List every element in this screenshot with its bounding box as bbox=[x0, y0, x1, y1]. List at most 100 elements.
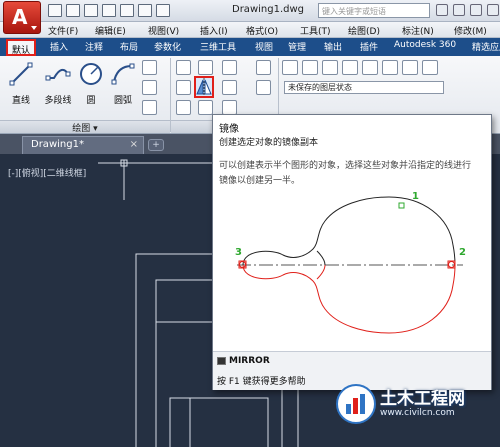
menu-edit[interactable]: 编辑(E) bbox=[95, 24, 126, 37]
stretch-icon[interactable] bbox=[176, 100, 191, 115]
tab-featured-apps[interactable]: 精选应用 bbox=[472, 40, 500, 53]
menu-dimension[interactable]: 标注(N) bbox=[402, 24, 434, 37]
print-icon[interactable] bbox=[120, 4, 134, 17]
menu-draw[interactable]: 绘图(D) bbox=[348, 24, 380, 37]
line-tool-label: 直线 bbox=[11, 96, 30, 106]
layer-icon[interactable] bbox=[322, 60, 338, 75]
help-icon[interactable] bbox=[487, 4, 499, 16]
binoculars-icon[interactable] bbox=[436, 4, 448, 16]
rotate-icon[interactable] bbox=[198, 60, 213, 75]
menu-tools[interactable]: 工具(T) bbox=[300, 24, 331, 37]
menu-format[interactable]: 格式(O) bbox=[246, 24, 278, 37]
rectangle-icon[interactable] bbox=[142, 60, 157, 75]
tab-layout[interactable]: 布局 bbox=[120, 40, 138, 53]
layer-icon[interactable] bbox=[362, 60, 378, 75]
circle-tool-button[interactable]: 圆 bbox=[74, 60, 108, 106]
erase-icon[interactable] bbox=[256, 80, 271, 95]
tab-home[interactable]: 默认 bbox=[6, 39, 37, 56]
save-icon[interactable] bbox=[84, 4, 98, 17]
menu-modify[interactable]: 修改(M) bbox=[454, 24, 487, 37]
tooltip-description: 创建选定对象的镜像副本 bbox=[219, 138, 319, 148]
tab-annotate[interactable]: 注释 bbox=[85, 40, 103, 53]
mirror-illustration bbox=[237, 196, 463, 334]
tab-parametric[interactable]: 参数化 bbox=[154, 40, 181, 53]
new-tab-button[interactable]: + bbox=[148, 139, 164, 151]
layer-icon[interactable] bbox=[342, 60, 358, 75]
document-tab[interactable]: Drawing1* × bbox=[22, 136, 144, 154]
tab-output[interactable]: 输出 bbox=[324, 40, 342, 53]
array-icon[interactable] bbox=[222, 100, 237, 115]
tab-manage[interactable]: 管理 bbox=[288, 40, 306, 53]
tab-view[interactable]: 视图 bbox=[255, 40, 273, 53]
layer-properties-icon[interactable] bbox=[282, 60, 298, 75]
draw-panel-label[interactable]: 绘图 ▾ bbox=[0, 120, 170, 134]
copy-icon[interactable] bbox=[176, 80, 191, 95]
infocenter-icons bbox=[436, 4, 499, 16]
circle-icon bbox=[80, 63, 102, 85]
chevron-down-icon bbox=[31, 26, 37, 30]
watermark-name: 土木工程网 bbox=[380, 389, 465, 409]
polyline-tool-button[interactable]: 多段线 bbox=[38, 60, 78, 106]
user-icon[interactable] bbox=[453, 4, 465, 16]
mirror-tooltip: 镜像 创建选定对象的镜像副本 可以创建表示半个图形的对象，选择这些对象并沿指定的… bbox=[212, 114, 492, 390]
document-tab-label: Drawing1* bbox=[31, 139, 84, 150]
close-icon[interactable]: × bbox=[130, 139, 138, 150]
tab-insert[interactable]: 插入 bbox=[50, 40, 68, 53]
document-title: Drawing1.dwg bbox=[232, 4, 304, 15]
ribbon-tab-bar: 默认 插入 注释 布局 参数化 三维工具 视图 管理 输出 插件 Autodes… bbox=[0, 38, 500, 56]
scale-icon[interactable] bbox=[198, 100, 213, 115]
hatch-icon[interactable] bbox=[142, 80, 157, 95]
layer-state-dropdown[interactable]: 未保存的图层状态 bbox=[284, 81, 444, 94]
mirror-button[interactable] bbox=[194, 76, 214, 98]
fillet-icon[interactable] bbox=[222, 80, 237, 95]
menu-file[interactable]: 文件(F) bbox=[48, 24, 78, 37]
arc-icon bbox=[111, 63, 135, 85]
layer-icon[interactable] bbox=[382, 60, 398, 75]
bar-chart-icon bbox=[346, 394, 365, 414]
tooltip-title: 镜像 bbox=[219, 124, 239, 135]
move-icon[interactable] bbox=[176, 60, 191, 75]
watermark-url: www.civilcn.com bbox=[380, 408, 455, 418]
ellipse-icon[interactable] bbox=[142, 100, 157, 115]
tab-autodesk-360[interactable]: Autodesk 360 bbox=[394, 40, 456, 50]
menu-bar: 文件(F) 编辑(E) 视图(V) 插入(I) 格式(O) 工具(T) 绘图(D… bbox=[0, 22, 500, 38]
new-file-icon[interactable] bbox=[48, 4, 62, 17]
tooltip-help-hint: 按 F1 键获得更多帮助 bbox=[217, 377, 306, 387]
tab-3d-tools[interactable]: 三维工具 bbox=[200, 40, 236, 53]
arc-tool-button[interactable]: 圆弧 bbox=[106, 60, 140, 106]
tooltip-command: MIRROR bbox=[229, 356, 270, 366]
search-input[interactable]: 键入关键字或短语 bbox=[318, 3, 430, 18]
mirror-icon bbox=[196, 78, 212, 96]
redo-icon[interactable] bbox=[156, 4, 170, 17]
callout-2: 2 bbox=[459, 247, 466, 258]
polyline-tool-label: 多段线 bbox=[44, 96, 72, 106]
line-icon bbox=[9, 62, 33, 86]
callout-1: 1 bbox=[412, 191, 419, 202]
quick-access-toolbar bbox=[48, 4, 170, 17]
title-bar: Drawing1.dwg 键入关键字或短语 bbox=[0, 0, 500, 22]
watermark-logo bbox=[336, 384, 376, 424]
layer-icon[interactable] bbox=[402, 60, 418, 75]
brush-icon[interactable] bbox=[256, 60, 271, 75]
autocad-logo-icon: A bbox=[12, 5, 28, 29]
layer-icon[interactable] bbox=[422, 60, 438, 75]
callout-3: 3 bbox=[235, 247, 242, 258]
tab-plugins[interactable]: 插件 bbox=[360, 40, 378, 53]
layer-icon[interactable] bbox=[302, 60, 318, 75]
undo-icon[interactable] bbox=[138, 4, 152, 17]
exchange-icon[interactable] bbox=[470, 4, 482, 16]
open-file-icon[interactable] bbox=[66, 4, 80, 17]
command-icon bbox=[217, 357, 226, 365]
tooltip-detail: 可以创建表示半个图形的对象，选择这些对象并沿指定的线进行 镜像以创建另一半。 bbox=[219, 159, 487, 189]
save-as-icon[interactable] bbox=[102, 4, 116, 17]
line-tool-button[interactable]: 直线 bbox=[4, 60, 38, 106]
application-menu-button[interactable]: A bbox=[3, 1, 41, 34]
polyline-icon bbox=[45, 68, 71, 81]
watermark: 土木工程网 www.civilcn.com bbox=[336, 382, 496, 430]
menu-insert[interactable]: 插入(I) bbox=[200, 24, 228, 37]
tooltip-detail-line-1: 可以创建表示半个图形的对象，选择这些对象并沿指定的线进行 bbox=[219, 161, 472, 171]
circle-tool-label: 圆 bbox=[86, 96, 96, 106]
trim-icon[interactable] bbox=[222, 60, 237, 75]
menu-view[interactable]: 视图(V) bbox=[148, 24, 179, 37]
layer-tools-row bbox=[282, 60, 438, 75]
